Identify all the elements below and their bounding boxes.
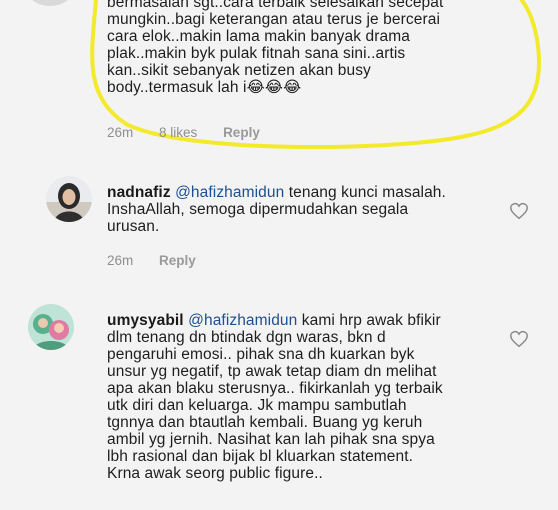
heart-outline-icon[interactable] [509,202,529,220]
heart-outline-icon[interactable] [509,330,529,348]
timestamp: 26m [107,125,134,140]
comment-line: tgnnya dan btautlah kembali. Buang yg ke… [107,414,423,431]
comment-meta: 26m 8 likes Reply [107,125,282,140]
username[interactable]: nadnafiz [107,184,171,201]
comment-line: plak..makin byk pulak fitnah sana sini..… [107,45,406,62]
comment-line: apa akan blaku sterusnya.. fikirkanlah y… [107,380,443,397]
comment-line: Krna awak seorg public figure.. [107,465,323,482]
comment-line: kan..sikit sebanyak netizen akan busy [107,62,371,79]
comment-line: unsur yg negatif, tp awak tetap diam dn … [107,363,437,380]
comment-meta: 26m Reply [107,253,218,268]
reply-button[interactable]: Reply [223,125,260,140]
avatar[interactable] [28,304,74,350]
avatar[interactable] [28,0,72,6]
comment-line: lbh rasional dan bijak bl kluarkan state… [107,448,414,465]
avatar[interactable] [46,176,92,222]
username[interactable]: umysyabil [107,312,184,329]
likes-count[interactable]: 8 likes [159,125,197,140]
comment-line: pengaruhi emosi.. pihak sna dh kuarkan b… [107,346,415,363]
mention-link[interactable]: @hafizhamidun [175,184,284,201]
comment-line: body..termasuk lah i😂😂😂 [107,79,302,96]
comment-line: ambil yg jernih. Nasihat kan lah pihak s… [107,431,435,448]
timestamp: 26m [107,253,134,268]
comment-text: umysyabil @hafizhamidun kami hrp awak bf… [107,312,527,482]
comment-text: nadnafiz @hafizhamidun tenang kunci masa… [107,184,527,235]
comment-line-start: tenang kunci masalah. [284,184,446,201]
mention-link[interactable]: @hafizhamidun [188,312,297,329]
comment-first-line: nadnafiz @hafizhamidun tenang kunci masa… [107,184,527,201]
comment-line: InshaAllah, semoga dipermudahkan segala [107,201,409,218]
comment-line: cara elok..makin lama makin banyak drama [107,28,410,45]
comment-line: bermasalah sgt..cara terbaik selesaikan … [107,0,444,11]
comment-text: bermasalah sgt..cara terbaik selesaikan … [107,0,527,96]
comment-line: urusan. [107,218,160,235]
comment-line: utk diri dan keluarga. Jk mampu sambutla… [107,397,407,414]
comment-line: mungkin..bagi keterangan atau terus je b… [107,11,440,28]
comment-first-line: umysyabil @hafizhamidun kami hrp awak bf… [107,312,527,329]
reply-button[interactable]: Reply [159,253,196,268]
comment-line: dlm tenang dn btindak dgn waras, bkn d [107,329,386,346]
comment-line-start: kami hrp awak bfikir [297,312,441,329]
